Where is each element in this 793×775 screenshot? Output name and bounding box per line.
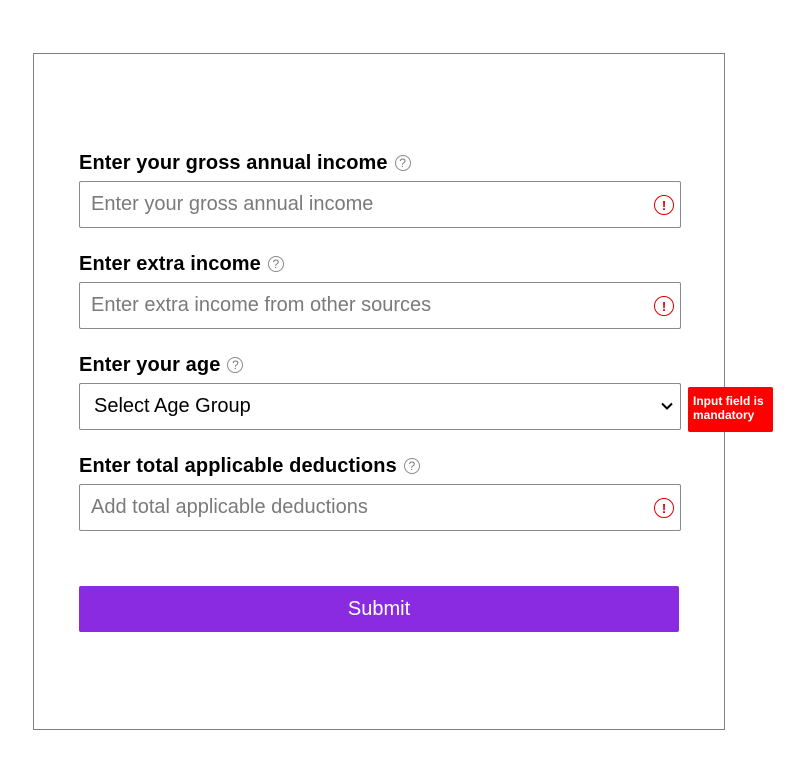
deductions-field-group: Enter total applicable deductions ? ! — [79, 454, 681, 531]
mandatory-tooltip: Input field is mandatory — [688, 387, 773, 432]
age-label: Enter your age — [79, 353, 221, 376]
age-select[interactable]: Select Age Group — [79, 383, 681, 430]
question-circle-icon[interactable]: ? — [267, 256, 284, 272]
extra-income-input[interactable] — [80, 283, 631, 328]
question-circle-icon[interactable]: ? — [394, 155, 411, 171]
age-field-group: Enter your age ? Select Age Group — [79, 353, 681, 430]
income-input[interactable] — [80, 182, 631, 227]
income-label-row: Enter your gross annual income ? — [79, 151, 681, 175]
extra-income-label: Enter extra income — [79, 252, 261, 275]
chevron-down-icon — [661, 402, 673, 410]
exclamation-circle-icon: ! — [654, 498, 674, 518]
income-field-group: Enter your gross annual income ? ! — [79, 151, 681, 228]
deductions-label-row: Enter total applicable deductions ? — [79, 454, 681, 478]
question-circle-icon[interactable]: ? — [403, 458, 420, 474]
income-input-box: ! — [79, 181, 681, 228]
age-select-value: Select Age Group — [94, 395, 251, 417]
extra-income-label-row: Enter extra income ? — [79, 252, 681, 276]
deductions-input[interactable] — [80, 485, 631, 530]
income-label: Enter your gross annual income — [79, 151, 388, 174]
age-label-row: Enter your age ? — [79, 353, 681, 377]
submit-button[interactable]: Submit — [79, 586, 679, 632]
extra-income-field-group: Enter extra income ? ! — [79, 252, 681, 329]
question-circle-icon[interactable]: ? — [227, 357, 244, 373]
deductions-input-box: ! — [79, 484, 681, 531]
deductions-label: Enter total applicable deductions — [79, 454, 397, 477]
exclamation-circle-icon: ! — [654, 195, 674, 215]
extra-income-input-box: ! — [79, 282, 681, 329]
exclamation-circle-icon: ! — [654, 296, 674, 316]
